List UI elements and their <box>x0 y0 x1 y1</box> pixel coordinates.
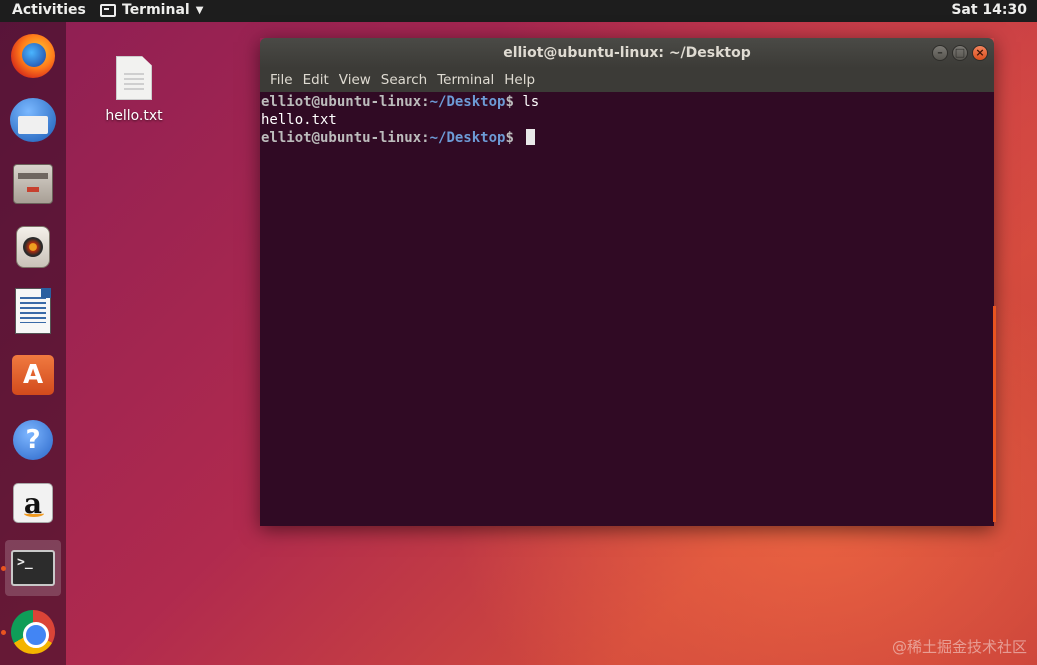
command-output: hello.txt <box>261 112 337 128</box>
help-icon: ? <box>13 420 53 460</box>
close-button[interactable]: × <box>972 45 988 61</box>
dock-item-chrome[interactable] <box>5 604 61 660</box>
thunderbird-icon <box>10 98 56 142</box>
dock-item-ubuntu-software[interactable]: A <box>5 347 61 403</box>
window-titlebar[interactable]: elliot@ubuntu-linux: ~/Desktop – □ × <box>260 38 994 68</box>
window-title: elliot@ubuntu-linux: ~/Desktop <box>503 45 751 61</box>
dock-item-files[interactable] <box>5 156 61 212</box>
app-menu-label: Terminal <box>122 2 190 18</box>
running-indicator <box>1 630 6 635</box>
prompt-symbol: $ <box>505 94 514 110</box>
maximize-button[interactable]: □ <box>952 45 968 61</box>
text-cursor <box>526 129 536 145</box>
terminal-icon: >_ <box>11 550 55 586</box>
menu-view[interactable]: View <box>334 72 376 88</box>
prompt-symbol: $ <box>505 130 514 146</box>
chevron-down-icon: ▼ <box>195 4 204 16</box>
prompt-user: elliot@ubuntu-linux <box>261 130 422 146</box>
dock-item-amazon[interactable]: a <box>5 475 61 531</box>
dock: A ? a >_ <box>0 22 66 665</box>
terminal-line: elliot@ubuntu-linux:~/Desktop$ <box>261 129 994 147</box>
rhythmbox-icon <box>16 226 50 268</box>
window-controls: – □ × <box>932 45 988 61</box>
dock-item-thunderbird[interactable] <box>5 92 61 148</box>
software-icon: A <box>12 355 54 395</box>
prompt-path: ~/Desktop <box>429 130 506 146</box>
menu-edit[interactable]: Edit <box>298 72 334 88</box>
terminal-output[interactable]: elliot@ubuntu-linux:~/Desktop$ ls hello.… <box>260 92 996 526</box>
terminal-line: elliot@ubuntu-linux:~/Desktop$ ls <box>261 93 994 111</box>
app-menu[interactable]: Terminal ▼ <box>100 2 203 18</box>
clock[interactable]: Sat 14:30 <box>951 2 1027 18</box>
amazon-icon: a <box>13 483 53 523</box>
menu-search[interactable]: Search <box>376 72 432 88</box>
menu-help[interactable]: Help <box>499 72 540 88</box>
command-text: ls <box>513 94 540 110</box>
watermark: @稀土掘金技术社区 <box>891 638 1027 656</box>
files-icon <box>13 164 53 204</box>
desktop-file-label: hello.txt <box>105 108 163 124</box>
dock-item-terminal[interactable]: >_ <box>5 540 61 596</box>
running-indicator <box>1 566 6 571</box>
minimize-button[interactable]: – <box>932 45 948 61</box>
activities-button[interactable]: Activities <box>12 2 86 18</box>
menu-terminal[interactable]: Terminal <box>432 72 499 88</box>
writer-icon <box>15 288 51 334</box>
prompt-separator: : <box>421 130 430 146</box>
terminal-line: hello.txt <box>261 111 994 129</box>
dock-item-rhythmbox[interactable] <box>5 219 61 275</box>
prompt-user: elliot@ubuntu-linux <box>261 94 422 110</box>
firefox-icon <box>11 34 55 78</box>
terminal-menubar: File Edit View Search Terminal Help <box>260 68 994 92</box>
prompt-separator: : <box>421 94 430 110</box>
chrome-icon <box>11 610 55 654</box>
terminal-small-icon <box>100 3 116 17</box>
scrollbar[interactable] <box>993 306 996 522</box>
menu-file[interactable]: File <box>265 72 298 88</box>
top-bar: Activities Terminal ▼ Sat 14:30 <box>0 0 1037 22</box>
command-text <box>514 130 522 146</box>
dock-item-writer[interactable] <box>5 283 61 339</box>
desktop-file-hello-txt[interactable]: hello.txt <box>96 56 172 124</box>
prompt-path: ~/Desktop <box>429 94 506 110</box>
terminal-window[interactable]: elliot@ubuntu-linux: ~/Desktop – □ × Fil… <box>260 38 996 526</box>
dock-item-help[interactable]: ? <box>5 412 61 468</box>
dock-item-firefox[interactable] <box>5 28 61 84</box>
text-file-icon <box>116 56 152 100</box>
